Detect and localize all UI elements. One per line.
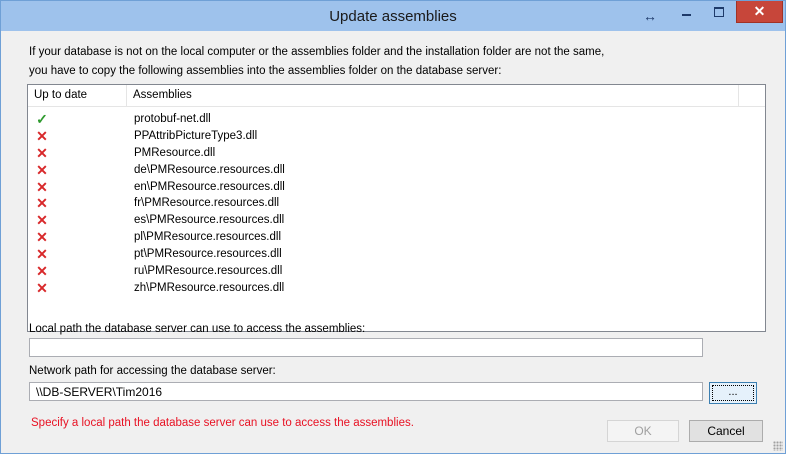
assembly-name: protobuf-net.dll	[134, 113, 211, 125]
validation-error: Specify a local path the database server…	[31, 417, 414, 429]
assembly-name: ru\PMResource.resources.dll	[134, 265, 283, 278]
minimize-icon	[681, 14, 691, 16]
maximize-button[interactable]	[704, 1, 734, 23]
cross-icon: ✕	[36, 195, 48, 212]
minimize-button[interactable]	[671, 1, 701, 23]
browse-button[interactable]: ...	[709, 382, 757, 404]
close-button[interactable]: ✕	[736, 1, 783, 23]
assembly-name: pt\PMResource.resources.dll	[134, 248, 282, 261]
cross-icon: ✕	[36, 263, 48, 280]
list-item[interactable]: ✕ de\PMResource.resources.dll	[28, 162, 765, 179]
cross-icon: ✕	[36, 144, 48, 161]
update-assemblies-dialog: Update assemblies ↔ ✕ If your database i…	[0, 0, 786, 454]
cross-icon: ✕	[36, 212, 48, 229]
cross-icon: ✕	[36, 246, 48, 263]
assembly-name: pl\PMResource.resources.dll	[134, 231, 282, 244]
resize-icon[interactable]: ↔	[637, 5, 663, 27]
local-path-label: Local path the database server can use t…	[29, 323, 366, 335]
list-item[interactable]: ✕ ru\PMResource.resources.dll	[28, 263, 765, 280]
intro-line-2: you have to copy the following assemblie…	[29, 65, 502, 77]
intro-line-1: If your database is not on the local com…	[29, 46, 605, 58]
network-path-field[interactable]	[29, 382, 703, 401]
browse-button-label: ...	[712, 385, 754, 401]
list-item[interactable]: ✕ en\PMResource.resources.dll	[28, 179, 765, 196]
ok-button[interactable]: OK	[607, 420, 679, 442]
dialog-body: If your database is not on the local com…	[9, 31, 777, 445]
list-item[interactable]: ✕ es\PMResource.resources.dll	[28, 212, 765, 229]
list-item[interactable]: ✕ pt\PMResource.resources.dll	[28, 246, 765, 263]
assemblies-list[interactable]: Up to date Assemblies ✓ protobuf-net.dll ✕…	[27, 84, 766, 332]
list-item[interactable]: ✓ protobuf-net.dll	[28, 111, 765, 128]
check-icon: ✓	[36, 111, 48, 127]
list-item[interactable]: ✕ PPAttribPictureType3.dll	[28, 128, 765, 145]
window-title: Update assemblies	[329, 8, 457, 25]
network-path-input[interactable]	[30, 383, 702, 400]
assembly-name: es\PMResource.resources.dll	[134, 214, 285, 227]
intro-text: If your database is not on the local com…	[29, 43, 769, 81]
assembly-name: PMResource.dll	[134, 146, 216, 159]
assembly-name: fr\PMResource.resources.dll	[134, 197, 280, 210]
cancel-button[interactable]: Cancel	[689, 420, 763, 442]
local-path-field[interactable]	[29, 338, 703, 357]
assembly-name: de\PMResource.resources.dll	[134, 163, 285, 176]
cross-icon: ✕	[36, 229, 48, 246]
cross-icon: ✕	[36, 127, 48, 144]
network-path-label: Network path for accessing the database …	[29, 365, 276, 377]
list-item[interactable]: ✕ zh\PMResource.resources.dll	[28, 280, 765, 297]
assembly-name: PPAttribPictureType3.dll	[134, 129, 258, 142]
column-header-up-to-date[interactable]: Up to date	[28, 85, 127, 106]
column-header-assemblies[interactable]: Assemblies	[127, 85, 739, 106]
list-item[interactable]: ✕ fr\PMResource.resources.dll	[28, 195, 765, 212]
title-bar[interactable]: Update assemblies ↔ ✕	[1, 1, 785, 31]
maximize-icon	[714, 7, 724, 17]
assembly-name: en\PMResource.resources.dll	[134, 180, 285, 193]
list-item[interactable]: ✕ PMResource.dll	[28, 145, 765, 162]
cross-icon: ✕	[36, 161, 48, 178]
assembly-name: zh\PMResource.resources.dll	[134, 281, 285, 294]
resize-grip-icon[interactable]	[773, 441, 783, 451]
local-path-input[interactable]	[30, 339, 702, 356]
cross-icon: ✕	[36, 279, 48, 296]
list-rows: ✓ protobuf-net.dll ✕ PPAttribPictureType3.d…	[28, 111, 765, 297]
list-header: Up to date Assemblies	[28, 85, 765, 107]
list-item[interactable]: ✕ pl\PMResource.resources.dll	[28, 229, 765, 246]
cross-icon: ✕	[36, 178, 48, 195]
